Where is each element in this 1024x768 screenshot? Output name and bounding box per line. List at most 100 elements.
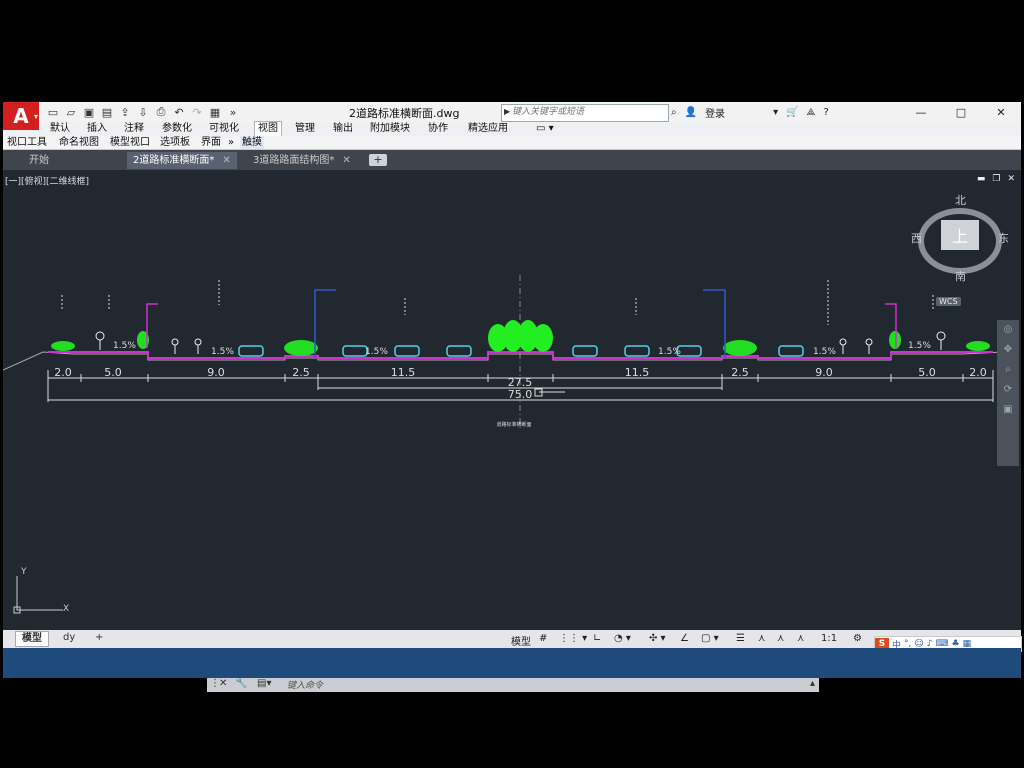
compass-south[interactable]: 南: [955, 268, 966, 284]
search-box[interactable]: ▶: [501, 104, 669, 122]
layout-tab-model[interactable]: 模型: [15, 631, 49, 647]
ribbon-toggle-icon[interactable]: ▭ ▾: [536, 122, 554, 136]
wrench-icon[interactable]: 🔧: [235, 678, 247, 689]
layout-tab-dy[interactable]: dy: [57, 631, 81, 645]
panel-more[interactable]: »: [228, 136, 234, 149]
tab-visualize[interactable]: 可视化: [209, 122, 239, 136]
search-input[interactable]: [512, 105, 662, 119]
polar-icon[interactable]: ◔ ▾: [614, 633, 631, 644]
new-tab-button[interactable]: +: [369, 154, 387, 166]
doc-tab-start[interactable]: 开始: [23, 152, 55, 169]
autoscale-icon[interactable]: ⋏: [777, 633, 784, 644]
login-link[interactable]: 登录: [705, 105, 725, 120]
ucs-icon: Y X: [13, 567, 69, 614]
model-space-toggle[interactable]: 模型: [511, 633, 531, 648]
ribbon-tabs: 默认 插入 注释 参数化 可视化 视图 管理 输出 附加模块 协作 精选应用 ▭…: [3, 121, 1021, 137]
save-as-icon[interactable]: ▤: [99, 104, 115, 120]
drawing-canvas[interactable]: [一][俯视][二维线框] ▬ ❐ ✕ 1.5% 1.5% 1.5% 1.5% …: [3, 170, 1021, 692]
tab-featured-apps[interactable]: 精选应用: [468, 122, 508, 136]
close-button[interactable]: ✕: [981, 102, 1021, 122]
dimension-value: 9.0: [207, 366, 225, 379]
open-file-icon[interactable]: ▱: [63, 104, 79, 120]
cart-icon[interactable]: 🛒: [786, 107, 798, 118]
history-arrow-icon[interactable]: ▴: [810, 678, 815, 689]
redo-icon[interactable]: ↷: [189, 104, 205, 120]
add-layout-button[interactable]: +: [89, 631, 109, 645]
slope-label: 1.5%: [365, 347, 388, 357]
import-icon[interactable]: ⇩: [135, 104, 151, 120]
snap-icon[interactable]: ⋮⋮ ▾: [559, 633, 587, 644]
cross-section-drawing: 1.5% 1.5% 1.5% 1.5% 1.5% 1.5% 2.0 5.0 9.…: [3, 275, 1019, 614]
help-icon[interactable]: ?: [823, 107, 828, 118]
wcs-menu[interactable]: WCS: [936, 297, 961, 306]
doc-tab-current[interactable]: 2道路标准横断面* ✕: [127, 152, 237, 169]
orbit-icon[interactable]: ⟳: [997, 380, 1019, 400]
panel-touch[interactable]: 触摸: [240, 136, 264, 149]
command-line[interactable]: ⋮ ✕ 🔧 ▤▾ 键入命令 ▴: [207, 676, 819, 692]
tab-addins[interactable]: 附加模块: [370, 122, 410, 136]
tab-output[interactable]: 输出: [333, 122, 353, 136]
dimension-value: 2.0: [54, 366, 72, 379]
pan-icon[interactable]: ✥: [997, 340, 1019, 360]
more-icon[interactable]: »: [225, 104, 241, 120]
compass-east[interactable]: 东: [998, 230, 1009, 246]
panel-model-viewports[interactable]: 模型视口: [110, 136, 150, 149]
save-icon[interactable]: ▣: [81, 104, 97, 120]
tab-default[interactable]: 默认: [50, 122, 70, 136]
publish-icon[interactable]: ⇪: [117, 104, 133, 120]
doc-tab-pavement[interactable]: 3道路路面结构图* ✕: [247, 152, 357, 169]
osnap-icon[interactable]: ✣ ▾: [649, 633, 666, 644]
command-input[interactable]: 键入命令: [287, 678, 323, 691]
tab-insert[interactable]: 插入: [87, 122, 107, 136]
panel-viewport-tools[interactable]: 视口工具: [7, 136, 47, 149]
grid-icon[interactable]: #: [539, 633, 547, 644]
autocad-window: ▭ ▱ ▣ ▤ ⇪ ⇩ ⎙ ↶ ↷ ▦ » 2道路标准横断面.dwg ▶ ⌕ 👤…: [3, 102, 1022, 692]
taskbar-strip: [3, 648, 1021, 678]
dimension-value: 5.0: [918, 366, 936, 379]
share-icon[interactable]: ⟁: [807, 107, 816, 118]
undo-icon[interactable]: ↶: [171, 104, 187, 120]
user-icon[interactable]: 👤: [685, 107, 697, 118]
zoom-icon[interactable]: ⌕: [997, 360, 1019, 380]
close-icon[interactable]: ✕: [219, 678, 227, 689]
new-file-icon[interactable]: ▭: [45, 104, 61, 120]
tab-annotate[interactable]: 注释: [124, 122, 144, 136]
annotation-visibility-icon[interactable]: ⋏: [758, 633, 765, 644]
panel-palettes[interactable]: 选项板: [160, 136, 190, 149]
lineweight-icon[interactable]: ▢ ▾: [701, 633, 719, 644]
compass-north[interactable]: 北: [955, 192, 966, 208]
tab-view[interactable]: 视图: [254, 121, 282, 137]
panel-bar: 视口工具 命名视图 模型视口 选项板 界面 » 触摸: [3, 136, 1021, 150]
print-icon[interactable]: ⎙: [153, 104, 169, 120]
annotation-scale[interactable]: 1:1: [821, 633, 837, 644]
dropdown-icon[interactable]: ▾: [773, 107, 778, 118]
tab-manage[interactable]: 管理: [295, 122, 315, 136]
minimize-button[interactable]: —: [901, 102, 941, 122]
showmotion-icon[interactable]: ▣: [997, 400, 1019, 420]
annotation-scale-icon[interactable]: ⋏: [797, 633, 804, 644]
panel-interface[interactable]: 界面: [201, 136, 221, 149]
tab-parametric[interactable]: 参数化: [162, 122, 192, 136]
overall-width: 75.0: [508, 388, 533, 401]
maximize-button[interactable]: □: [941, 102, 981, 122]
tab-collaborate[interactable]: 协作: [428, 122, 448, 136]
binoculars-icon[interactable]: ⌕: [671, 107, 677, 118]
steering-wheel-icon[interactable]: ◎: [997, 320, 1019, 340]
close-tab-icon[interactable]: ✕: [222, 155, 230, 166]
panel-named-views[interactable]: 命名视图: [59, 136, 99, 149]
close-tab-icon[interactable]: ✕: [342, 155, 350, 166]
ground-line: [3, 351, 1019, 371]
dimension-value: 5.0: [104, 366, 122, 379]
ortho-icon[interactable]: ∟: [593, 633, 601, 644]
properties-icon[interactable]: ☰: [736, 633, 745, 644]
dimension-value: 11.5: [391, 366, 416, 379]
compass-west[interactable]: 西: [911, 230, 922, 246]
viewcube[interactable]: 上 北 南 东 西: [911, 194, 1009, 284]
gear-icon[interactable]: ⚙: [853, 633, 862, 644]
expand-arrow-icon[interactable]: ▶: [504, 107, 510, 116]
viewcube-top-face[interactable]: 上: [941, 220, 979, 250]
plot-icon[interactable]: ▦: [207, 104, 223, 120]
crosshair-cursor: [534, 388, 565, 397]
command-prompt-icon[interactable]: ▤▾: [257, 678, 271, 689]
dyn-input-icon[interactable]: ∠: [680, 633, 689, 644]
